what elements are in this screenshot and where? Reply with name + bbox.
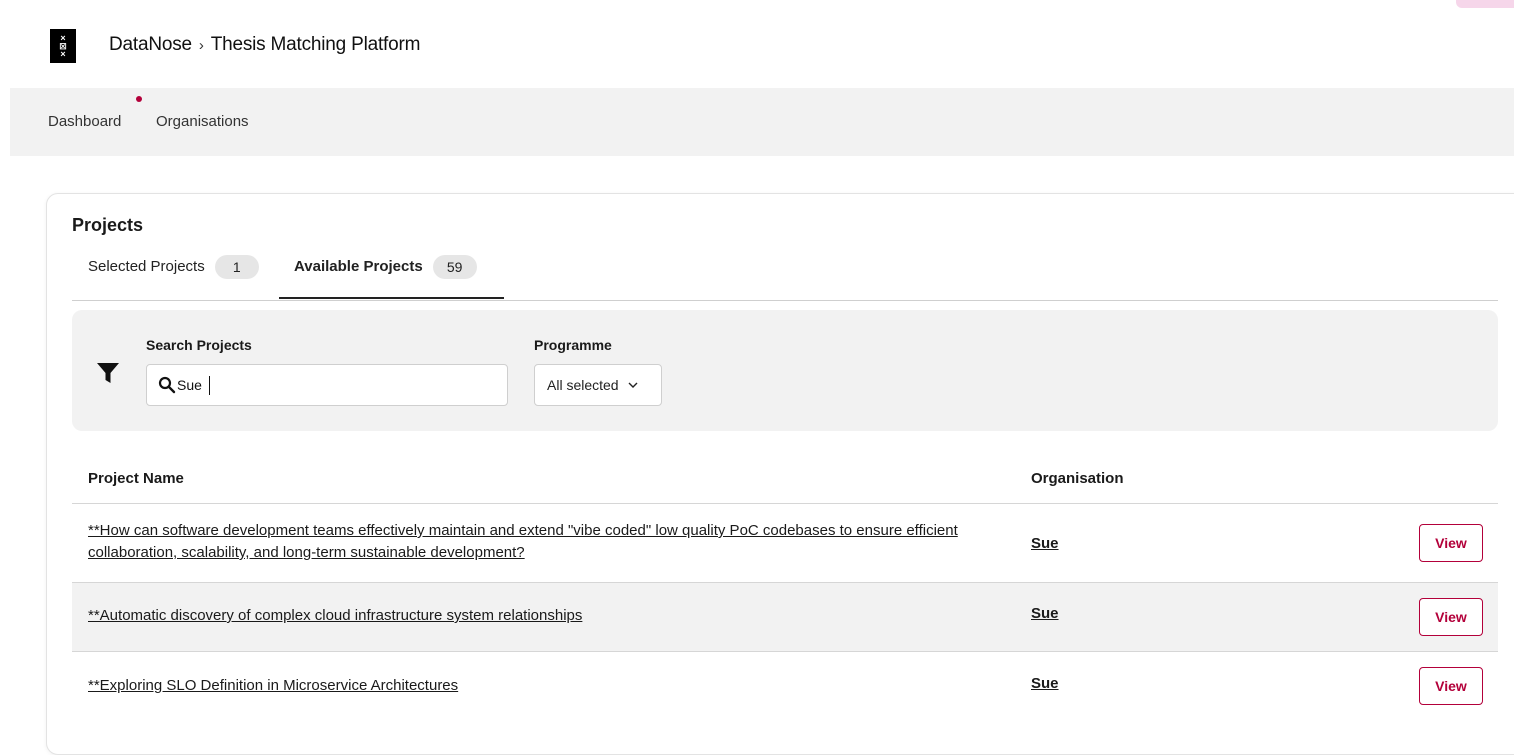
project-link[interactable]: **How can software development teams eff…: [88, 520, 988, 564]
breadcrumb-home[interactable]: DataNose: [109, 34, 192, 55]
programme-value: All selected: [547, 377, 619, 393]
table-row: **How can software development teams eff…: [72, 503, 1498, 582]
column-header-organisation: Organisation: [1031, 470, 1124, 487]
search-input[interactable]: [177, 374, 477, 396]
count-badge: 59: [432, 255, 477, 279]
tab-available-projects[interactable]: Available Projects 59: [279, 253, 504, 299]
search-icon: [158, 376, 176, 394]
table-row: **Exploring SLO Definition in Microservi…: [72, 651, 1498, 721]
organisation-link[interactable]: Sue: [1031, 605, 1059, 622]
view-button[interactable]: View: [1419, 598, 1483, 636]
search-label: Search Projects: [146, 337, 252, 353]
programme-select[interactable]: All selected: [534, 364, 662, 406]
tab-label: Selected Projects: [88, 258, 205, 275]
tab-selected-projects[interactable]: Selected Projects 1: [88, 253, 259, 299]
count-badge: 1: [214, 255, 259, 279]
text-cursor: [209, 376, 210, 395]
organisation-link[interactable]: Sue: [1031, 675, 1059, 692]
view-button[interactable]: View: [1419, 524, 1483, 562]
organisation-link[interactable]: Sue: [1031, 535, 1059, 552]
uva-crest-icon[interactable]: × ⊠ ×: [50, 29, 76, 63]
programme-label: Programme: [534, 337, 612, 353]
nav-item-organisations[interactable]: Organisations: [156, 113, 249, 130]
project-tabs: Selected Projects 1 Available Projects 5…: [72, 253, 1498, 301]
chevron-down-icon: [628, 382, 638, 388]
main-nav: Dashboard Organisations: [10, 88, 1514, 156]
nav-item-dashboard[interactable]: Dashboard: [48, 113, 121, 130]
page-title: Projects: [72, 215, 144, 235]
project-link[interactable]: **Automatic discovery of complex cloud i…: [88, 605, 988, 627]
filter-icon: [97, 363, 119, 383]
tab-label: Available Projects: [294, 258, 423, 275]
search-field[interactable]: [146, 364, 508, 406]
top-header: × ⊠ × DataNose › Thesis Matching Platform: [0, 0, 1514, 88]
breadcrumb-separator: ›: [198, 37, 204, 54]
breadcrumb: DataNose › Thesis Matching Platform: [109, 34, 420, 56]
view-button[interactable]: View: [1419, 667, 1483, 705]
column-header-project-name: Project Name: [88, 470, 184, 487]
notification-dot: [136, 96, 142, 102]
table-row: **Automatic discovery of complex cloud i…: [72, 582, 1498, 651]
project-link[interactable]: **Exploring SLO Definition in Microservi…: [88, 675, 988, 697]
breadcrumb-current[interactable]: Thesis Matching Platform: [211, 34, 421, 55]
